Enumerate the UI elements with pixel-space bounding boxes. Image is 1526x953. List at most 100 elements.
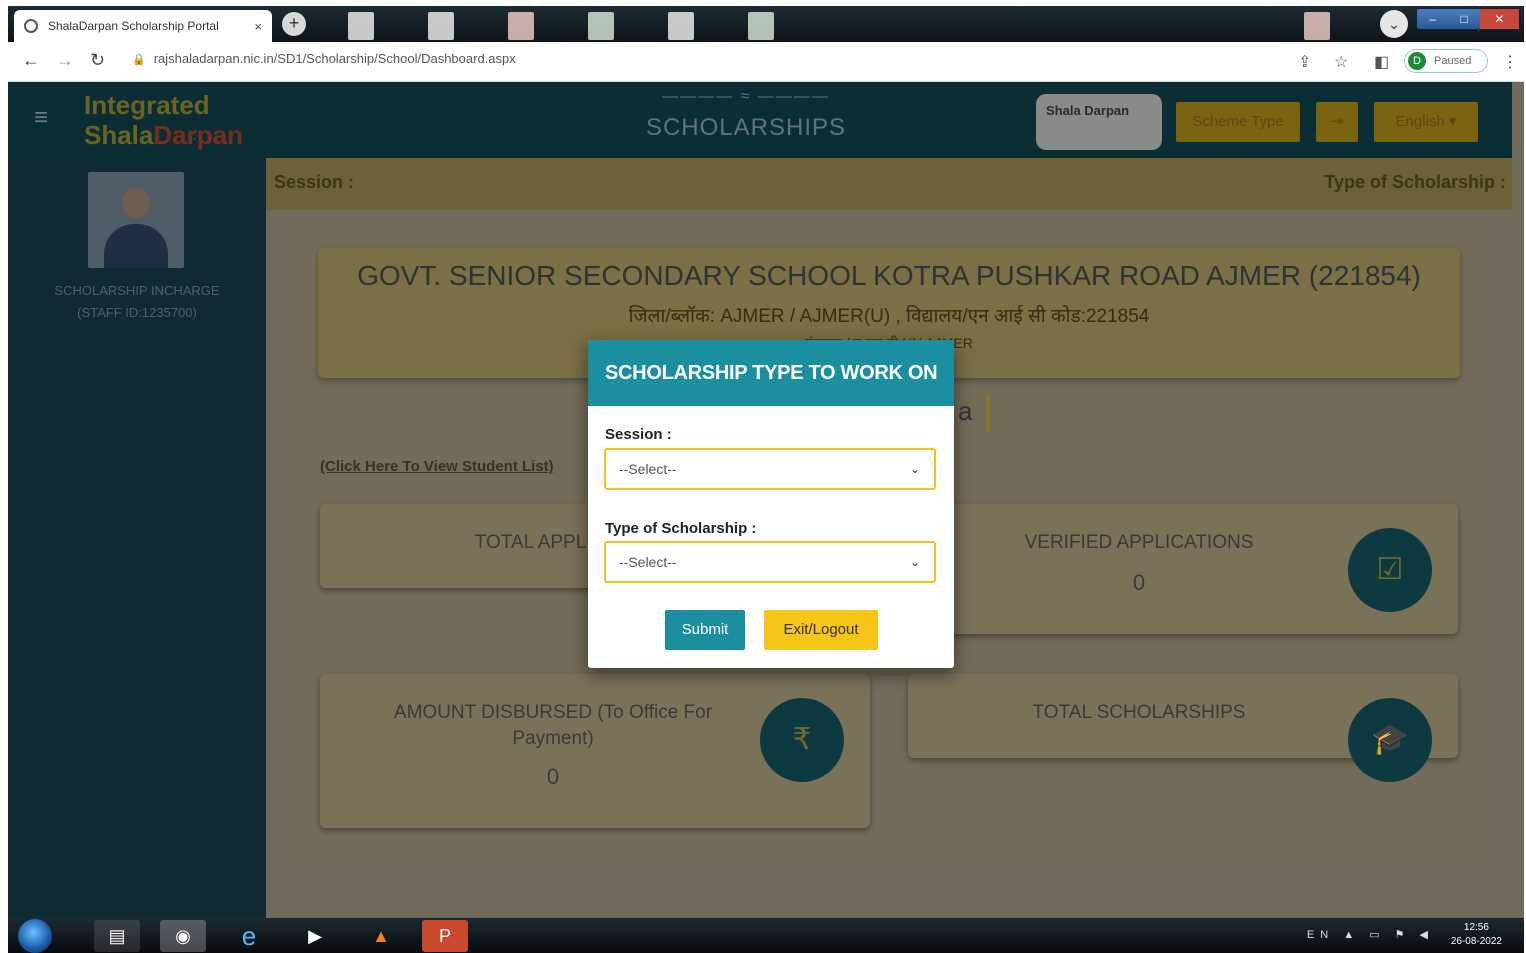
bookmark-star-icon[interactable]: ☆ [1334,52,1348,72]
image-icon [748,12,774,40]
sidebar: SCHOLARSHIP INCHARGE (STAFF ID:1235700) [8,158,266,918]
forward-arrow-icon[interactable]: → [56,50,74,71]
media-player-icon[interactable]: ▶ [292,920,338,952]
shaladarpan-logo: Shala Darpan [1036,94,1162,150]
verified-applications-value: 0 [1132,570,1146,595]
session-select[interactable]: --Select-- ⌄ [604,448,936,490]
tab-close-button[interactable]: × [254,19,262,34]
school-name: GOVT. SENIOR SECONDARY SCHOOL KOTRA PUSH… [357,260,1421,291]
heading-divider [986,394,990,432]
profile-status: Paused [1434,55,1472,67]
modal-type-label: Type of Scholarship : [605,520,757,537]
user-role: SCHOLARSHIP INCHARGE (STAFF ID:1235700) [8,280,266,324]
app: ≡ Integrated ShalaDarpan ———— ≈ ———— SCH… [8,82,1524,918]
language-indicator[interactable]: EN [1307,929,1334,941]
minimize-icon[interactable]: – [1417,9,1448,29]
title-ornament: ———— ≈ ———— [662,88,830,105]
brand-line1: Integrated [84,90,210,120]
hamburger-menu-icon[interactable]: ≡ [34,104,48,132]
clock-time: 12:56 [1463,922,1489,933]
file-icon [348,12,374,40]
brand-darpan: Darpan [153,120,243,150]
logout-icon[interactable]: ⇥ [1316,102,1358,142]
language-select[interactable]: English ▾ [1374,102,1478,142]
address-bar: ← → ↻ 🔒 rajshaladarpan.nic.in/SD1/Scholar… [8,42,1524,82]
image-icon [588,12,614,40]
powerpoint-icon[interactable]: P [422,920,468,952]
system-clock[interactable]: 12:56 26-08-2022 [1451,921,1502,949]
system-tray: EN ▲ ▭ ⚑ ◀ [1306,929,1434,941]
avatar-body [104,224,168,268]
tab-title: ShalaDarpan Scholarship Portal [48,19,219,33]
pdf-icon [508,12,534,40]
user-role-title: SCHOLARSHIP INCHARGE [54,283,220,298]
os-taskbar: ▤ ◉ e ▶ ▲ P EN ▲ ▭ ⚑ ◀ 12:56 26-08-2022 [8,918,1524,953]
total-scholarships-card[interactable]: TOTAL SCHOLARSHIPS 🎓 [908,674,1458,782]
file-icon [668,12,694,40]
chevron-down-icon: ▾ [1448,113,1457,130]
page-title-text: SCHOLARSHIPS [645,114,847,141]
check-icon: ☑ [1348,528,1432,612]
graduation-cap-icon: 🎓 [1348,698,1432,782]
brand-shala: Shala [84,120,154,150]
school-district: जिला/ब्लॉक: AJMER / AJMER(U) , विद्यालय/… [628,306,1150,327]
brand-line2: ShalaDarpan [84,120,243,150]
file-icon [428,12,454,40]
lock-icon: 🔒 [132,54,146,66]
pdf-icon [1304,12,1330,40]
scholarship-type-select-value: --Select-- [619,554,677,570]
url-text: rajshaladarpan.nic.in/SD1/Scholarship/Sc… [153,51,516,66]
scholarship-type-label: Type of Scholarship : [1324,172,1506,192]
total-scholarships-label: TOTAL SCHOLARSHIPS [1032,702,1246,723]
amount-disbursed-card[interactable]: AMOUNT DISBURSED (To Office For Payment)… [320,674,870,828]
avatar-head [122,188,150,218]
exit-logout-button[interactable]: Exit/Logout [764,610,878,650]
reload-icon[interactable]: ↻ [90,50,105,71]
rupee-icon: ₹ [760,698,844,782]
chevron-down-icon: ⌄ [909,462,920,476]
file-explorer-icon[interactable]: ▤ [94,920,140,952]
browser-tab-strip: ShalaDarpan Scholarship Portal × + ⌄ – □… [8,6,1524,42]
session-select-value: --Select-- [619,461,677,477]
modal-title: SCHOLARSHIP TYPE TO WORK ON [588,340,954,406]
share-icon[interactable]: ⇪ [1298,52,1311,72]
scholarship-type-modal: SCHOLARSHIP TYPE TO WORK ON Session : --… [588,340,954,668]
close-window-icon[interactable]: ✕ [1479,9,1519,29]
url-field[interactable]: 🔒 rajshaladarpan.nic.in/SD1/Scholarship/S… [132,51,516,66]
browser-tab[interactable]: ShalaDarpan Scholarship Portal × [14,10,272,42]
view-student-list-link[interactable]: (Click Here To View Student List) [320,458,554,475]
scheme-type-button[interactable]: Scheme Type [1176,102,1300,142]
back-arrow-icon[interactable]: ← [22,50,40,71]
user-staff-id: (STAFF ID:1235700) [77,305,197,320]
verified-applications-card[interactable]: VERIFIED APPLICATIONS 0 ☑ [908,504,1458,634]
new-tab-button[interactable]: + [282,12,306,36]
window-controls: – □ ✕ [1416,8,1520,30]
globe-icon [24,19,38,33]
start-button-icon[interactable] [18,919,52,953]
screen: ShalaDarpan Scholarship Portal × + ⌄ – □… [8,6,1524,953]
top-navbar: ≡ Integrated ShalaDarpan ———— ≈ ———— SCH… [8,82,1512,158]
submit-button[interactable]: Submit [665,610,745,650]
amount-disbursed-value: 0 [546,764,560,789]
session-label: Session : [274,172,355,192]
tab-search-icon[interactable]: ⌄ [1380,10,1408,38]
language-value: English [1395,113,1445,130]
amount-disbursed-label: AMOUNT DISBURSED (To Office For Payment) [393,702,713,749]
chrome-icon[interactable]: ◉ [160,920,206,952]
clock-date: 26-08-2022 [1450,936,1502,947]
vlc-icon[interactable]: ▲ [358,920,404,952]
sidebar-toggle-icon[interactable]: ◧ [1374,52,1389,72]
profile-button[interactable]: D Paused [1404,49,1488,73]
logo-text: Shala Darpan [1046,103,1130,118]
partial-heading: a [958,396,973,426]
modal-session-label: Session : [605,426,672,443]
avatar [88,172,184,268]
brand-logo: Integrated ShalaDarpan [84,90,243,150]
scholarship-type-select[interactable]: --Select-- ⌄ [604,541,936,583]
browser-menu-icon[interactable]: ⋮ [1502,52,1518,72]
profile-avatar: D [1408,52,1426,70]
internet-explorer-icon[interactable]: e [226,920,272,952]
verified-applications-label: VERIFIED APPLICATIONS [1024,532,1254,553]
maximize-icon[interactable]: □ [1448,9,1479,29]
session-bar: Session : Type of Scholarship : [266,158,1512,210]
